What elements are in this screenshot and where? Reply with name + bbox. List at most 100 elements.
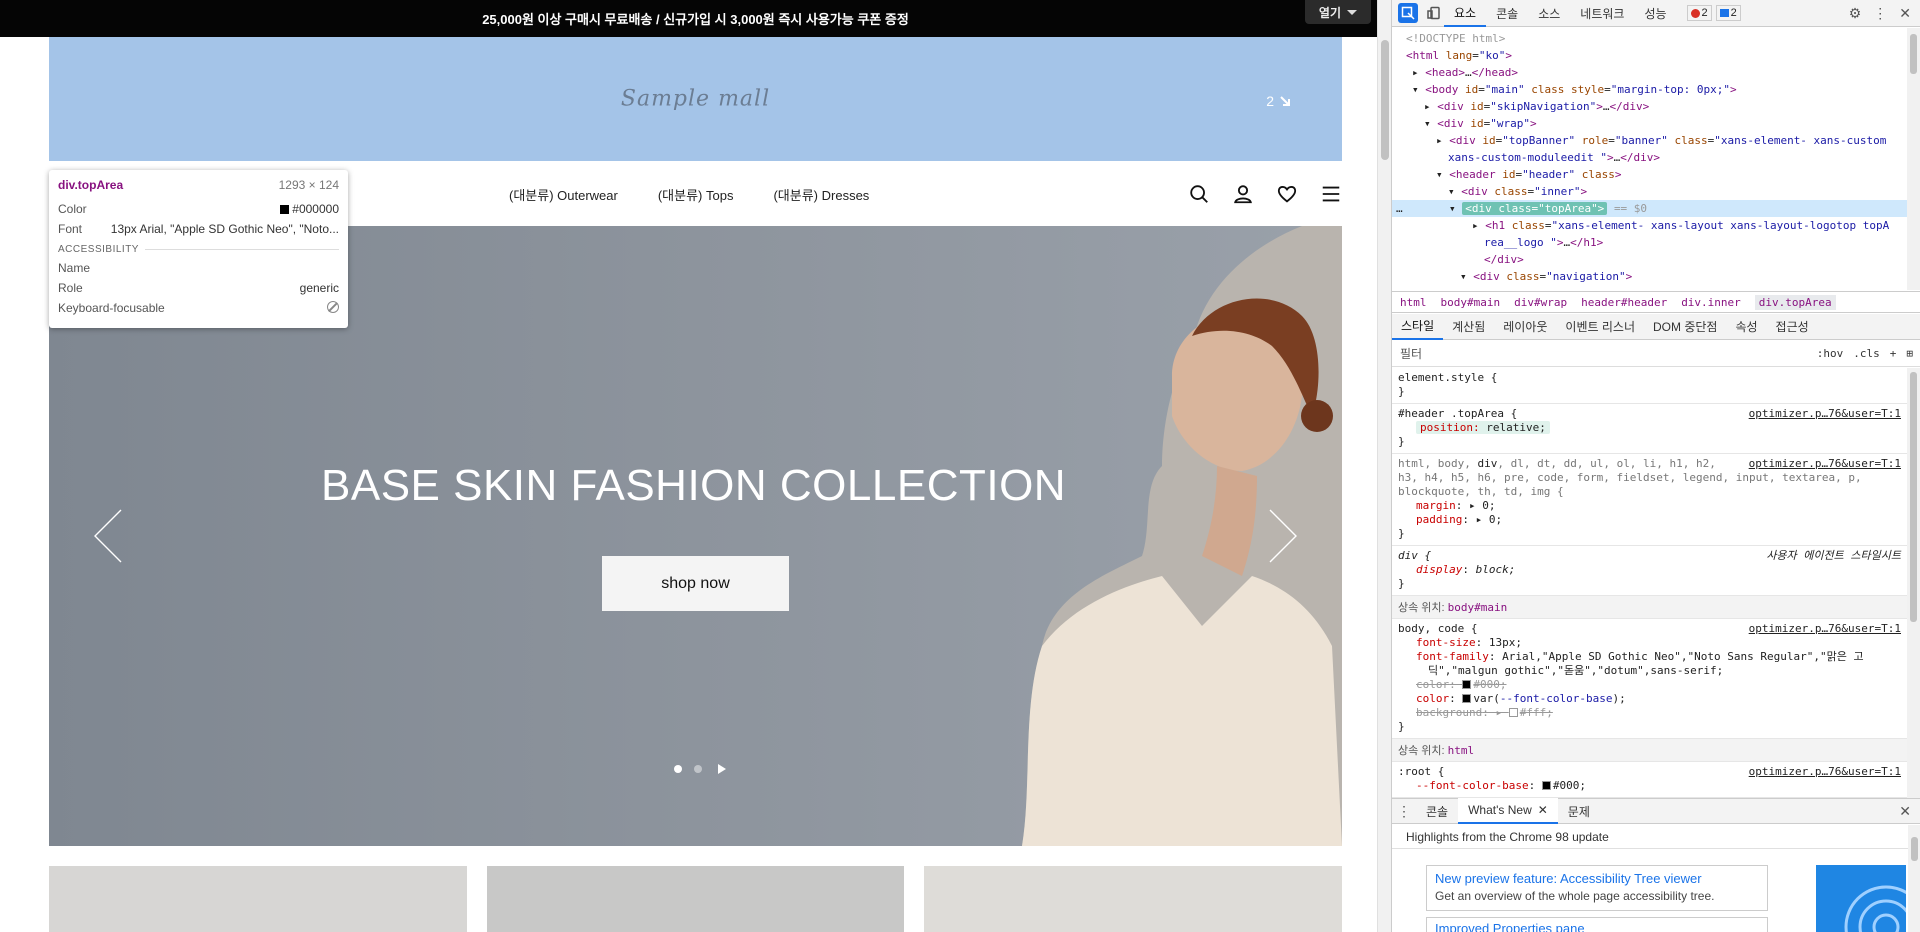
tooltip-color-value: #000000 (292, 202, 339, 216)
inherited-source[interactable]: body#main (1448, 601, 1508, 614)
sidebar-toggle-icon[interactable]: ⊞ (1906, 347, 1913, 360)
message-icon (1719, 9, 1729, 17)
inspect-element-button[interactable] (1398, 3, 1418, 23)
style-source-link[interactable]: optimizer.p…76&user=T:1 (1749, 765, 1901, 779)
open-button[interactable]: 열기 (1304, 0, 1371, 24)
scrollbar-thumb[interactable] (1911, 837, 1918, 861)
breadcrumb-item[interactable]: header#header (1581, 296, 1667, 309)
web-page: 25,000원 이상 구매시 무료배송 / 신규가입 시 3,000원 즉시 사… (0, 0, 1391, 932)
news-title[interactable]: Improved Properties pane (1435, 921, 1585, 932)
news-card[interactable]: New preview feature: Accessibility Tree … (1426, 865, 1768, 911)
scrollbar-thumb[interactable] (1910, 372, 1917, 622)
drawer-tab-label: What's New (1468, 803, 1532, 817)
style-source-link[interactable]: optimizer.p…76&user=T:1 (1749, 407, 1901, 421)
style-rule[interactable]: element.style {} (1392, 368, 1907, 404)
device-toolbar-button[interactable] (1424, 3, 1444, 23)
news-card[interactable]: Improved Properties pane (1426, 917, 1768, 932)
drawer-scrollbar[interactable] (1908, 825, 1920, 932)
inspect-tooltip: div.topArea 1293 × 124 Color #000000 Fon… (49, 170, 348, 328)
tab-dom-breakpoints[interactable]: DOM 중단점 (1644, 314, 1726, 340)
style-rule[interactable]: optimizer.p…76&user=T:1 body, code { fon… (1392, 619, 1907, 739)
chevron-left-icon (94, 509, 122, 563)
tab-properties[interactable]: 속성 (1726, 314, 1766, 340)
style-source-link[interactable]: optimizer.p…76&user=T:1 (1749, 457, 1901, 471)
heart-icon[interactable] (1276, 183, 1298, 205)
tab-styles[interactable]: 스타일 (1392, 314, 1444, 340)
dom-tree[interactable]: <!DOCTYPE html> <html lang="ko"> ▸ <head… (1392, 28, 1907, 290)
error-count-badge[interactable]: 2 (1686, 5, 1712, 21)
breadcrumb-item[interactable]: html (1400, 296, 1427, 309)
tab-performance[interactable]: 성능 (1634, 0, 1676, 27)
slider-dot-active[interactable] (674, 765, 682, 773)
color-swatch (280, 205, 290, 214)
new-rule-button[interactable]: + (1890, 347, 1897, 360)
filter-input[interactable]: 필터 (1400, 345, 1817, 362)
product-card[interactable] (486, 866, 905, 932)
tab-network[interactable]: 네트워크 (1570, 0, 1634, 27)
device-icon (1427, 6, 1440, 20)
styles-pane[interactable]: element.style {} optimizer.p…76&user=T:1… (1392, 368, 1907, 798)
tab-console[interactable]: 콘솔 (1486, 0, 1528, 27)
more-options-icon[interactable]: ⋮ (1873, 5, 1887, 22)
site-logo[interactable]: Sample mall (621, 87, 770, 112)
scrollbar-thumb[interactable] (1381, 40, 1389, 160)
slider-dot[interactable] (694, 765, 702, 773)
tooltip-color-label: Color (58, 202, 87, 216)
nav-item-outerwear[interactable]: (대분류) Outerwear (509, 185, 618, 204)
breadcrumb-item[interactable]: body#main (1441, 296, 1501, 309)
whats-new-panel: Highlights from the Chrome 98 update New… (1392, 825, 1920, 932)
tab-computed[interactable]: 계산됨 (1443, 314, 1494, 340)
message-count-badge[interactable]: 2 (1715, 5, 1741, 21)
product-cards (49, 866, 1343, 932)
tab-elements[interactable]: 요소 (1444, 0, 1487, 27)
search-icon[interactable] (1188, 183, 1210, 205)
scrollbar-thumb[interactable] (1910, 34, 1917, 74)
tab-event-listeners[interactable]: 이벤트 리스너 (1556, 314, 1644, 340)
product-card[interactable] (924, 866, 1343, 932)
styles-scrollbar[interactable] (1907, 368, 1920, 798)
style-rule[interactable]: 사용자 에이전트 스타일시트 div { display: block;} (1392, 546, 1907, 596)
inherited-label: 상속 위치: (1398, 602, 1445, 614)
tab-sources[interactable]: 소스 (1528, 0, 1570, 27)
nav-item-tops[interactable]: (대분류) Tops (658, 185, 734, 204)
product-card[interactable] (49, 866, 467, 932)
tab-accessibility[interactable]: 접근성 (1767, 314, 1818, 340)
chevron-right-icon (1269, 509, 1297, 563)
shop-now-button[interactable]: shop now (602, 556, 789, 611)
user-icon[interactable] (1232, 183, 1254, 205)
drawer-tab-console[interactable]: 콘솔 (1416, 798, 1458, 824)
play-icon[interactable] (718, 764, 726, 774)
close-icon[interactable]: ✕ (1899, 5, 1911, 22)
style-rule[interactable]: optimizer.p…76&user=T:1 html, body, div,… (1392, 454, 1907, 546)
breadcrumb-item[interactable]: div#wrap (1514, 296, 1567, 309)
tooltip-section-accessibility: ACCESSIBILITY (58, 244, 339, 255)
close-icon[interactable]: ✕ (1899, 803, 1911, 820)
breadcrumb-item-current[interactable]: div.topArea (1754, 294, 1836, 310)
tooltip-role-value: generic (299, 281, 339, 295)
inherited-source[interactable]: html (1448, 744, 1475, 757)
page-scrollbar[interactable] (1377, 0, 1391, 932)
tooltip-name-label: Name (58, 261, 91, 275)
nav-item-dresses[interactable]: (대분류) Dresses (773, 185, 869, 204)
class-toggle[interactable]: .cls (1853, 347, 1880, 360)
drawer-tab-issues[interactable]: 문제 (1558, 798, 1600, 824)
hover-state-toggle[interactable]: :hov (1817, 347, 1844, 360)
menu-icon[interactable] (1320, 183, 1342, 205)
style-rule[interactable]: optimizer.p…76&user=T:1 #header .topArea… (1392, 404, 1907, 454)
tooltip-role-label: Role (58, 281, 83, 295)
style-source-link[interactable]: optimizer.p…76&user=T:1 (1749, 622, 1901, 636)
dom-scrollbar[interactable] (1907, 28, 1920, 290)
close-icon[interactable]: ✕ (1538, 803, 1548, 817)
slider-prev-button[interactable] (89, 506, 129, 566)
news-title[interactable]: New preview feature: Accessibility Tree … (1435, 871, 1759, 886)
tab-layout[interactable]: 레이아웃 (1494, 314, 1556, 340)
drawer-menu-icon[interactable]: ⋮ (1392, 803, 1416, 820)
news-description: Get an overview of the whole page access… (1435, 889, 1715, 903)
gear-icon[interactable]: ⚙ (1849, 5, 1862, 22)
devtools-panel: 요소 콘솔 소스 네트워크 성능 2 2 ⚙ ⋮ ✕ <!DOCTYPE htm… (1391, 0, 1920, 932)
style-rule[interactable]: optimizer.p…76&user=T:1 :root { --font-c… (1392, 762, 1907, 798)
drawer-tab-whats-new[interactable]: What's New ✕ (1458, 798, 1558, 824)
slider-next-button[interactable] (1262, 506, 1302, 566)
breadcrumb-item[interactable]: div.inner (1681, 296, 1741, 309)
top-banner[interactable]: Sample mall 2 (49, 37, 1342, 161)
